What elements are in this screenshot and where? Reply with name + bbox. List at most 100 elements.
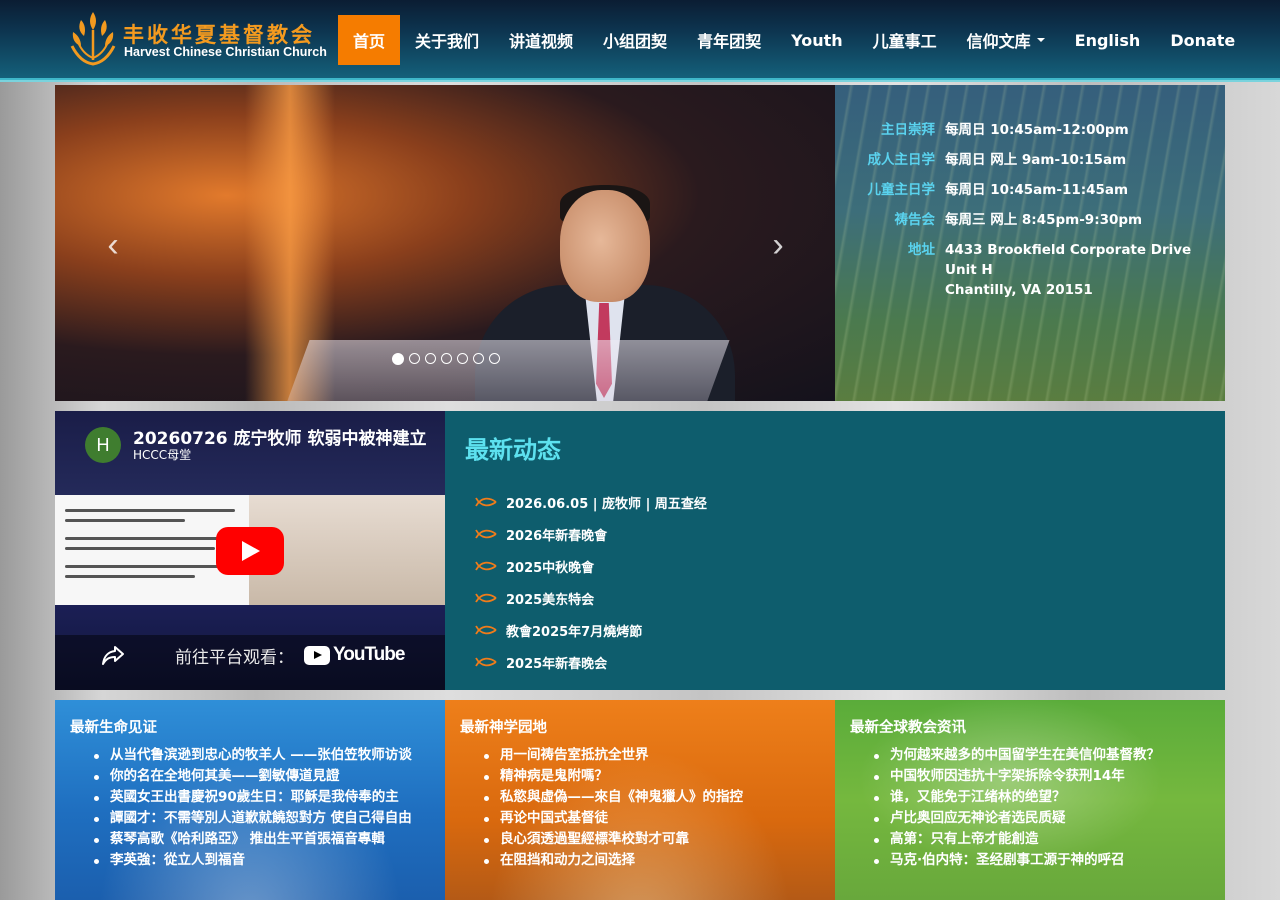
share-icon[interactable] [101,643,125,667]
schedule-label: 地址 [908,242,935,258]
news-item-label: 教會2025年7月燒烤節 [506,624,643,640]
panel-link[interactable]: 你的名在全地何其美——劉敏傳道見證 [94,766,412,787]
panel-title: 最新神学园地 [460,720,547,736]
schedule-value: 每周日 10:45am-11:45am [945,182,1129,198]
news-item[interactable]: 2026年新春晚會 [475,518,707,550]
carousel-indicator[interactable] [489,353,500,364]
nav-children-ministry[interactable]: 儿童事工 [858,15,952,65]
schedule-row: 祷告会 每周三 网上 8:45pm-9:30pm [835,210,1225,230]
play-button[interactable] [216,527,284,575]
panel-title: 最新生命见证 [70,720,157,736]
panel-link[interactable]: 再论中国式基督徒 [484,808,743,829]
nav-youth[interactable]: Youth [776,15,858,65]
panel-link[interactable]: 李英強：從立人到福音 [94,850,412,871]
panel-list: 为何越来越多的中国留学生在美信仰基督教？ 中国牧师因违抗十字架拆除令获刑14年 … [874,745,1160,871]
nav-children-ministry-label: 儿童事工 [872,32,937,51]
nav-young-adults-label: 青年团契 [697,32,762,51]
youtube-play-icon [304,645,330,665]
panel-link[interactable]: 卢比奥回应无神论者选民质疑 [874,808,1160,829]
news-item[interactable]: 2026.06.05 | 庞牧师 | 周五查经 [475,486,707,518]
panel-link[interactable]: 良心須透過聖經標準校對才可靠 [484,829,743,850]
nav-about[interactable]: 关于我们 [400,15,494,65]
nav-small-groups[interactable]: 小组团契 [588,15,682,65]
nav-home-label: 首页 [353,32,386,51]
news-item[interactable]: 2025美东特会 [475,582,707,614]
panel-link[interactable]: 譚國才：不需等別人道歉就饒恕對方 使自己得自由 [94,808,412,829]
carousel-indicator[interactable] [425,353,436,364]
watch-on-text: 前往平台观看： [175,648,294,668]
service-schedule: 主日崇拜 每周日 10:45am-12:00pm 成人主日学 每周日 网上 9a… [835,85,1225,401]
nav-home[interactable]: 首页 [338,15,401,65]
nav-donate-label: Donate [1170,30,1236,50]
address-line: Unit H [945,262,993,278]
nav-youth-label: Youth [791,30,843,50]
panel-testimonies: 最新生命见证 从当代鲁滨逊到忠心的牧羊人 ——张伯笠牧师访谈 你的名在全地何其美… [55,700,445,900]
schedule-row: 儿童主日学 每周日 10:45am-11:45am [835,180,1225,200]
ichthys-fish-icon [475,625,497,635]
hero-carousel[interactable]: ‹ › [55,85,835,401]
news-list: 2026.06.05 | 庞牧师 | 周五查经 2026年新春晚會 2025中秋… [475,486,707,678]
panel-link[interactable]: 在阻挡和动力之间选择 [484,850,743,871]
panel-title: 最新全球教会资讯 [850,720,966,736]
schedule-value: 每周三 网上 8:45pm-9:30pm [945,212,1143,228]
carousel-indicators [392,353,500,365]
panel-link[interactable]: 私慾與虛偽——來自《神鬼獵人》的指控 [484,787,743,808]
schedule-row: 地址 4433 Brookfield Corporate Drive Unit … [835,240,1225,300]
nav-small-groups-label: 小组团契 [603,32,668,51]
youtube-logo[interactable]: YouTube [304,644,405,666]
channel-avatar[interactable]: H [85,427,121,463]
panel-link[interactable]: 用一间祷告室抵抗全世界 [484,745,743,766]
carousel-indicator[interactable] [473,353,484,364]
news-item[interactable]: 教會2025年7月燒烤節 [475,614,707,646]
caret-down-icon [1036,38,1045,42]
carousel-indicator[interactable] [392,353,404,365]
schedule-row: 主日崇拜 每周日 10:45am-12:00pm [835,120,1225,140]
nav-faith-library-label: 信仰文库 [966,32,1031,51]
nav-donate[interactable]: Donate [1155,15,1250,65]
ichthys-fish-icon [475,529,497,539]
panel-link[interactable]: 从当代鲁滨逊到忠心的牧羊人 ——张伯笠牧师访谈 [94,745,412,766]
ichthys-fish-icon [475,657,497,667]
panel-link[interactable]: 高第：只有上帝才能創造 [874,829,1160,850]
carousel-prev-button[interactable]: ‹ [93,225,133,265]
top-navbar: 丰收华夏基督教会 Harvest Chinese Christian Churc… [0,0,1280,82]
youtube-wordmark: YouTube [333,644,405,665]
schedule-value: 每周日 网上 9am-10:15am [945,152,1127,168]
panel-link[interactable]: 蔡琴高歌《哈利路亞》 推出生平首張福音專輯 [94,829,412,850]
nav-english[interactable]: English [1060,15,1156,65]
news-item-label: 2026年新春晚會 [506,528,608,544]
nav-english-label: English [1074,30,1141,50]
church-name-en: Harvest Chinese Christian Church [124,45,327,59]
speaker-photo [560,190,650,302]
wheat-logo-icon [70,12,116,66]
panel-link[interactable]: 为何越来越多的中国留学生在美信仰基督教？ [874,745,1160,766]
nav-young-adults[interactable]: 青年团契 [682,15,776,65]
panel-global-church-news: 最新全球教会资讯 为何越来越多的中国留学生在美信仰基督教？ 中国牧师因违抗十字架… [835,700,1225,900]
panel-link[interactable]: 精神病是鬼附嗎？ [484,766,743,787]
schedule-row: 成人主日学 每周日 网上 9am-10:15am [835,150,1225,170]
panel-link[interactable]: 英國女王出書慶祝90歲生日：耶穌是我侍奉的主 [94,787,412,808]
church-logo[interactable]: 丰收华夏基督教会 Harvest Chinese Christian Churc… [68,8,328,70]
latest-news: 最新动态 2026.06.05 | 庞牧师 | 周五查经 2026年新春晚會 2… [445,411,1225,690]
carousel-indicator[interactable] [441,353,452,364]
carousel-indicator[interactable] [457,353,468,364]
ichthys-fish-icon [475,561,497,571]
ichthys-fish-icon [475,497,497,507]
video-channel[interactable]: HCCC母堂 [133,446,191,463]
news-item-label: 2025美东特会 [506,592,595,608]
youtube-embed[interactable]: H 20260726 庞宁牧师 软弱中被神建立 HCCC母堂 前往平台观看： Y… [55,411,445,690]
schedule-value: 每周日 10:45am-12:00pm [945,122,1129,138]
news-item[interactable]: 2025中秋晚會 [475,550,707,582]
panel-link[interactable]: 谁，又能免于江绪林的绝望？ [874,787,1160,808]
panel-link[interactable]: 马克·伯内特：圣经剧事工源于神的呼召 [874,850,1160,871]
carousel-indicator[interactable] [409,353,420,364]
glass-lectern [280,340,730,401]
carousel-next-button[interactable]: › [758,225,798,265]
schedule-label: 祷告会 [894,212,936,228]
panel-link[interactable]: 中国牧师因违抗十字架拆除令获刑14年 [874,766,1160,787]
nav-sermon-videos[interactable]: 讲道视频 [494,15,588,65]
news-item[interactable]: 2025年新春晚会 [475,646,707,678]
schedule-label: 主日崇拜 [881,122,935,138]
nav-faith-library[interactable]: 信仰文库 [952,15,1060,65]
schedule-address: 4433 Brookfield Corporate Drive Unit H C… [945,240,1191,300]
